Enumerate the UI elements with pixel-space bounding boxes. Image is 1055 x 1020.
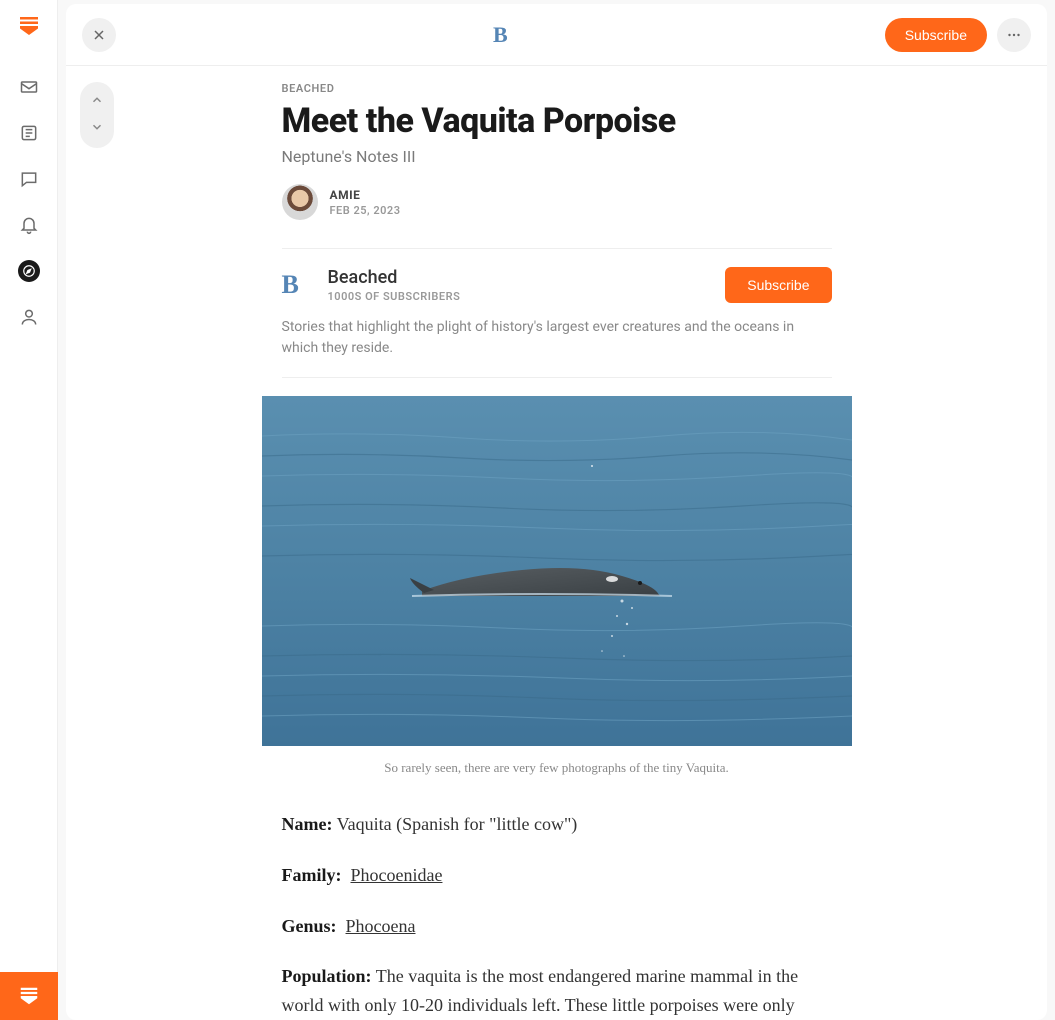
publication-subscribe-button[interactable]: Subscribe: [725, 267, 831, 303]
article-body: Name: Vaquita (Spanish for "little cow")…: [282, 810, 832, 1020]
family-link[interactable]: Phocoenidae: [351, 865, 443, 885]
publish-date: FEB 25, 2023: [330, 204, 401, 217]
publication-description: Stories that highlight the plight of his…: [282, 317, 832, 359]
main-region: B Subscribe BEACHED Meet the Vaquita Por…: [58, 0, 1055, 1020]
publication-card-name[interactable]: Beached: [328, 267, 461, 288]
more-options-button[interactable]: [997, 18, 1031, 52]
topbar: B Subscribe: [66, 4, 1047, 66]
user-icon[interactable]: [18, 306, 40, 328]
prev-next-pill: [80, 82, 114, 148]
brand-footer-icon[interactable]: [0, 972, 58, 1020]
field-label-genus: Genus:: [282, 916, 337, 936]
publication-logo[interactable]: B: [493, 22, 508, 48]
byline: AMIE FEB 25, 2023: [282, 184, 832, 220]
app-sidebar: [0, 0, 58, 1020]
chat-icon[interactable]: [18, 168, 40, 190]
article-subtitle: Neptune's Notes III: [282, 147, 832, 166]
subscriber-count: 1000S OF SUBSCRIBERS: [328, 290, 461, 303]
field-label-population: Population:: [282, 966, 372, 986]
brand-logo-icon[interactable]: [17, 14, 41, 38]
close-button[interactable]: [82, 18, 116, 52]
image-caption: So rarely seen, there are very few photo…: [282, 760, 832, 776]
hero-image[interactable]: [262, 396, 852, 746]
field-label-family: Family:: [282, 865, 342, 885]
newspaper-icon[interactable]: [18, 122, 40, 144]
author-name[interactable]: AMIE: [330, 188, 401, 202]
field-label-name: Name:: [282, 814, 333, 834]
publication-card-logo[interactable]: B: [282, 270, 312, 300]
article: BEACHED Meet the Vaquita Porpoise Neptun…: [262, 66, 852, 1020]
content-card: B Subscribe BEACHED Meet the Vaquita Por…: [66, 4, 1047, 1020]
next-post-button[interactable]: [90, 120, 104, 138]
field-value-name: Vaquita (Spanish for "little cow"): [332, 814, 577, 834]
subscribe-button[interactable]: Subscribe: [885, 18, 987, 52]
publication-card: B Beached 1000S OF SUBSCRIBERS Subscribe…: [282, 248, 832, 378]
compass-icon[interactable]: [18, 260, 40, 282]
genus-link[interactable]: Phocoena: [346, 916, 416, 936]
prev-post-button[interactable]: [90, 93, 104, 111]
bell-icon[interactable]: [18, 214, 40, 236]
inbox-icon[interactable]: [18, 76, 40, 98]
author-avatar[interactable]: [282, 184, 318, 220]
article-title: Meet the Vaquita Porpoise: [282, 101, 832, 141]
publication-label[interactable]: BEACHED: [282, 82, 832, 95]
